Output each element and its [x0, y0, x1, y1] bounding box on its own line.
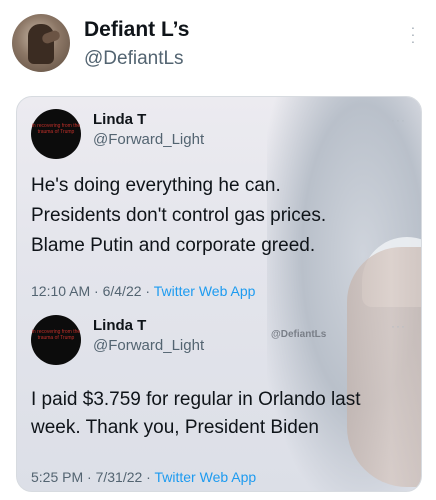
quoted-text-line: Presidents don't control gas prices. [31, 205, 327, 226]
watermark: @DefiantLs [271, 329, 327, 340]
avatar-caption: in recovering from the trauma of Trump [31, 329, 81, 341]
tweet-media-image[interactable]: in recovering from the trauma of Trump L… [16, 96, 422, 492]
quoted-text-line: week. Thank you, President Biden [31, 417, 319, 438]
avatar[interactable] [12, 14, 70, 72]
quoted-handle: @Forward_Light [93, 131, 205, 148]
tweet-header: Defiant L’s @DefiantLs · · · [0, 0, 436, 88]
quoted-meta: 5:25 PM · 7/31/22 · Twitter Web App [31, 469, 256, 485]
quoted-name: Linda T [93, 317, 147, 334]
more-horizontal-icon: ··· [391, 113, 406, 127]
quoted-source: Twitter Web App [154, 469, 257, 485]
quoted-timestamp: 12:10 AM · 6/4/22 · [31, 283, 154, 299]
more-vertical-icon[interactable]: · · · [408, 20, 418, 48]
quoted-text-line: He's doing everything he can. [31, 175, 281, 196]
quoted-text-line: Blame Putin and corporate greed. [31, 235, 316, 256]
display-name[interactable]: Defiant L’s [84, 18, 189, 42]
quoted-meta: 12:10 AM · 6/4/22 · Twitter Web App [31, 283, 255, 299]
quoted-handle: @Forward_Light [93, 337, 205, 354]
background-person [347, 247, 421, 487]
quoted-avatar: in recovering from the trauma of Trump [31, 109, 81, 159]
quoted-name: Linda T [93, 111, 147, 128]
quoted-avatar: in recovering from the trauma of Trump [31, 315, 81, 365]
more-horizontal-icon: ··· [391, 319, 406, 333]
user-handle[interactable]: @DefiantLs [84, 48, 184, 70]
quoted-source: Twitter Web App [153, 283, 256, 299]
avatar-caption: in recovering from the trauma of Trump [31, 123, 81, 135]
quoted-timestamp: 5:25 PM · 7/31/22 · [31, 469, 155, 485]
quoted-text-line: I paid $3.759 for regular in Orlando las… [31, 389, 361, 410]
avatar-figure [28, 24, 54, 64]
